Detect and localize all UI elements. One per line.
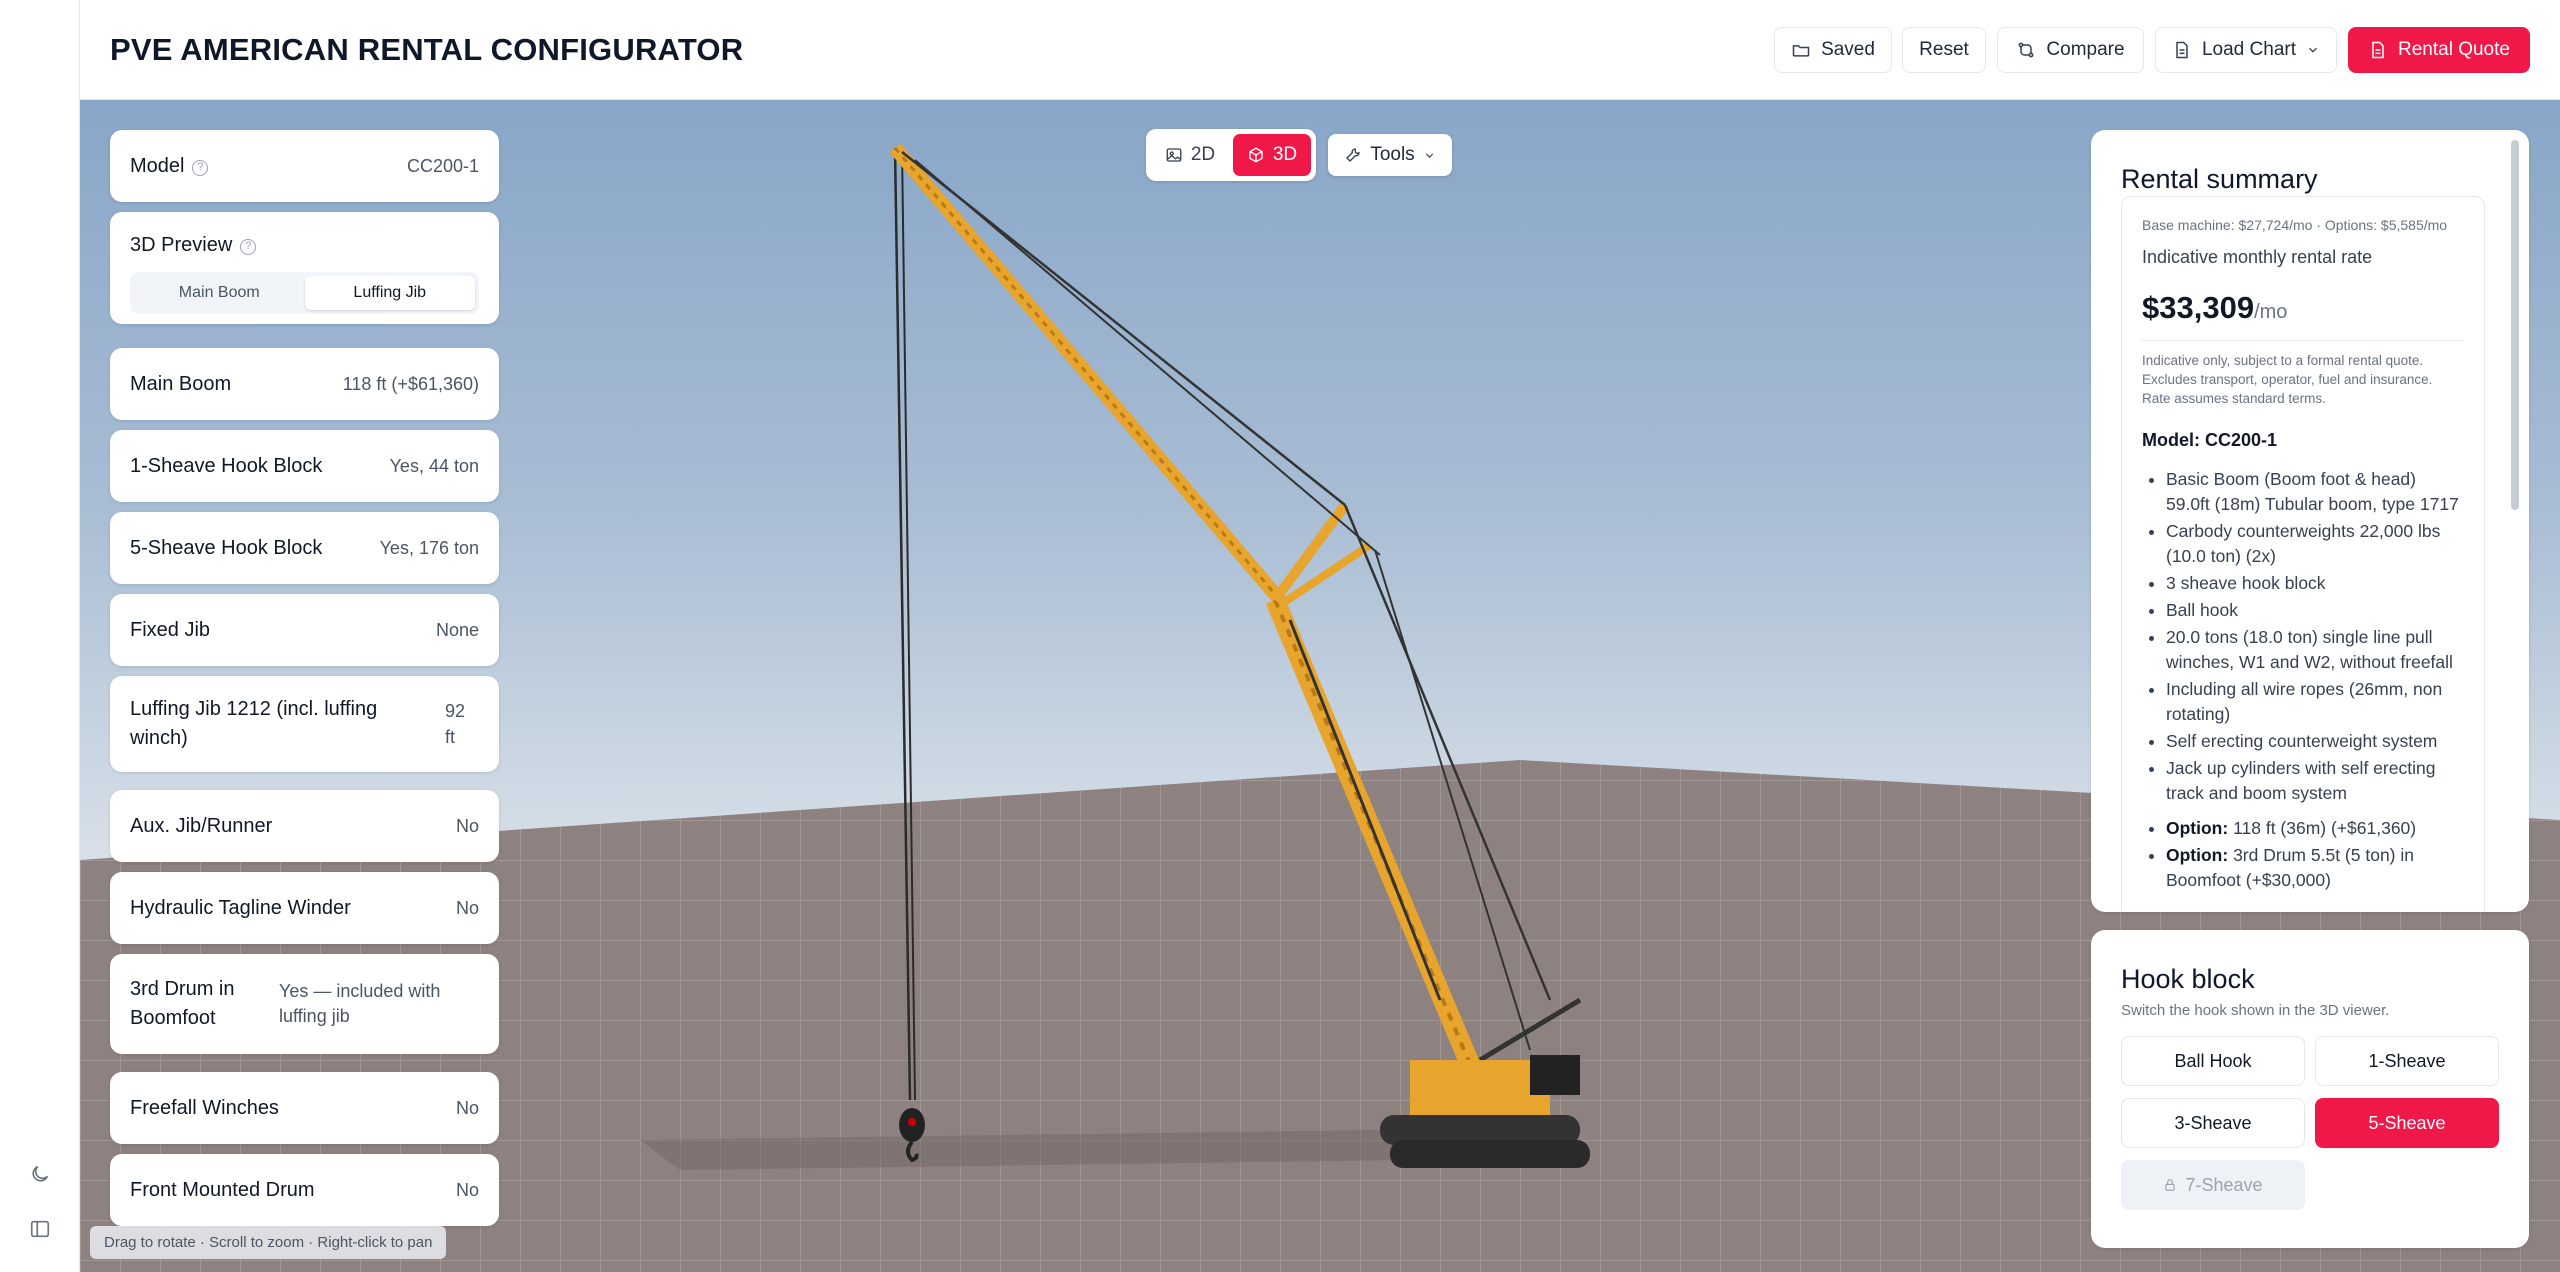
app-header: PVE AMERICAN RENTAL CONFIGURATOR Saved R… (80, 0, 2560, 100)
features-list: Basic Boom (Boom foot & head) 59.0ft (18… (2142, 467, 2464, 806)
price-breakdown: Base machine: $27,724/mo · Options: $5,5… (2142, 217, 2448, 233)
preview-main-boom-tab[interactable]: Main Boom (134, 276, 305, 310)
hook-1-sheave-button[interactable]: 1-Sheave (2315, 1036, 2499, 1086)
preview-luffing-jib-tab[interactable]: Luffing Jib (304, 276, 475, 310)
compare-arrows-icon (2019, 42, 2034, 58)
preview-segmented-control: Main Boom Luffing Jib (130, 272, 479, 314)
cube-icon (1249, 147, 1263, 163)
option-main-boom[interactable]: Main Boom 118 ft (+$61,360) (110, 348, 499, 420)
rental-summary-panel: Rental summary Base machine: $27,724/mo … (2091, 130, 2529, 912)
option-5-sheave-hook-block[interactable]: 5-Sheave Hook Block Yes, 176 ton (110, 512, 499, 584)
list-item: Self erecting counterweight system (2166, 729, 2464, 754)
wrench-icon (1346, 148, 1360, 162)
option-fixed-jib[interactable]: Fixed Jib None (110, 594, 499, 666)
theme-toggle-moon-icon[interactable] (26, 1160, 54, 1188)
option-aux-jib-runner[interactable]: Aux. Jib/Runner No (110, 790, 499, 862)
list-item: 20.0 tons (18.0 ton) single line pull wi… (2166, 625, 2464, 675)
document-icon (2176, 41, 2188, 59)
option-3rd-drum-boomfoot[interactable]: 3rd Drum in Boomfoot Yes — included with… (110, 954, 499, 1054)
hook-3-sheave-button[interactable]: 3-Sheave (2121, 1098, 2305, 1148)
image-icon (1166, 148, 1182, 162)
3d-preview-card: 3D Preview? Main Boom Luffing Jib (110, 212, 499, 324)
option-luffing-jib[interactable]: Luffing Jib 1212 (incl. luffing winch) 9… (110, 676, 499, 772)
summary-scrollbar[interactable] (2511, 140, 2519, 510)
view-2d-button[interactable]: 2D (1151, 134, 1229, 176)
hook-5-sheave-button[interactable]: 5-Sheave (2315, 1098, 2499, 1148)
list-item: 3 sheave hook block (2166, 571, 2464, 596)
list-item: Basic Boom (Boom foot & head) 59.0ft (18… (2166, 467, 2464, 517)
option-1-sheave-hook-block[interactable]: 1-Sheave Hook Block Yes, 44 ton (110, 430, 499, 502)
model-value: CC200-1 (406, 155, 479, 176)
folder-icon (1792, 45, 1810, 57)
tools-dropdown[interactable]: Tools (1328, 134, 1452, 176)
chevron-down-icon (2309, 47, 2317, 53)
list-item: Carbody counterweights 22,000 lbs (10.0 … (2166, 519, 2464, 569)
help-icon[interactable]: ? (240, 239, 257, 255)
hook-ball-hook-button[interactable]: Ball Hook (2121, 1036, 2305, 1086)
left-rail (0, 0, 80, 1272)
reset-button[interactable]: Reset (1902, 27, 1986, 73)
list-item: Jack up cylinders with self erecting tra… (2166, 756, 2464, 806)
viewer-hint: Drag to rotate · Scroll to zoom · Right-… (90, 1226, 447, 1259)
hook-block-title: Hook block (2121, 964, 2255, 994)
rental-summary-title: Rental summary (2121, 164, 2318, 194)
option-hydraulic-tagline-winder[interactable]: Hydraulic Tagline Winder No (110, 872, 499, 944)
saved-button[interactable]: Saved (1774, 27, 1892, 73)
3d-viewport[interactable]: Model? CC200-1 3D Preview? Main Boom Luf… (80, 100, 2560, 1272)
list-item: Including all wire ropes (26mm, non rota… (2166, 677, 2464, 727)
option-front-mounted-drum[interactable]: Front Mounted Drum No (110, 1154, 499, 1226)
document-icon (2372, 41, 2384, 59)
summary-model: Model: CC200-1 (2142, 430, 2278, 450)
lock-icon (2165, 1179, 2176, 1191)
rate-disclaimer: Indicative only, subject to a formal ren… (2142, 353, 2433, 406)
list-item: Ball hook (2166, 598, 2464, 623)
list-item: Option: 3rd Drum 5.5t (5 ton) in Boomfoo… (2166, 843, 2464, 893)
hook-block-panel: Hook block Switch the hook shown in the … (2091, 930, 2529, 1248)
help-icon[interactable]: ? (192, 159, 209, 176)
rental-summary-body: Base machine: $27,724/mo · Options: $5,5… (2121, 196, 2485, 912)
list-item: Option: 118 ft (36m) (+$61,360) (2166, 816, 2464, 841)
load-chart-dropdown[interactable]: Load Chart (2155, 27, 2337, 73)
option-freefall-winches[interactable]: Freefall Winches No (110, 1072, 499, 1144)
monthly-rate: $33,309/mo (2142, 290, 2288, 325)
view-mode-toggle: 2D 3D (1146, 129, 1316, 181)
app-title: PVE AMERICAN RENTAL CONFIGURATOR (110, 32, 744, 67)
compare-button[interactable]: Compare (1997, 27, 2144, 73)
options-list: Option: 118 ft (36m) (+$61,360) Option: … (2142, 816, 2464, 893)
sidebar-toggle-icon[interactable] (26, 1215, 54, 1243)
chevron-down-icon (1425, 152, 1433, 158)
model-card[interactable]: Model? CC200-1 (110, 130, 499, 202)
hook-7-sheave-button: 7-Sheave (2121, 1160, 2305, 1210)
view-3d-button[interactable]: 3D (1233, 134, 1311, 176)
rental-quote-button[interactable]: Rental Quote (2348, 27, 2530, 73)
